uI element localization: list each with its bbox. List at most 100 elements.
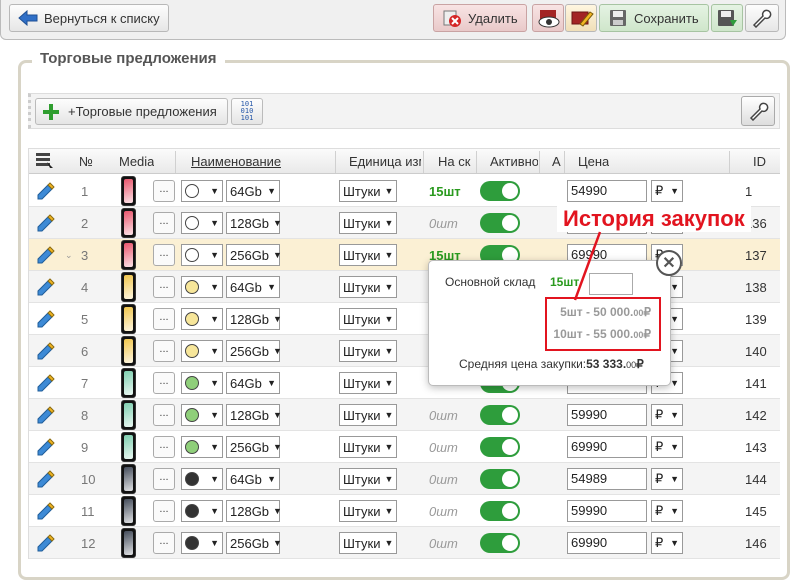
price-input[interactable]: 69990	[567, 436, 647, 458]
edit-pencil-icon[interactable]	[35, 463, 57, 495]
media-more-button[interactable]: ...	[153, 500, 175, 522]
unit-select[interactable]: Штуки ▼	[339, 308, 397, 330]
unit-select[interactable]: Штуки ▼	[339, 500, 397, 522]
back-button[interactable]: Вернуться к списку	[9, 4, 169, 32]
color-select[interactable]: ▼	[181, 308, 223, 330]
preview-button[interactable]	[532, 4, 564, 32]
active-toggle[interactable]	[480, 405, 520, 425]
unit-select[interactable]: Штуки ▼	[339, 340, 397, 362]
memory-select[interactable]: 64Gb ▼	[226, 180, 280, 202]
stock-value[interactable]: 0шт	[429, 527, 458, 559]
color-select[interactable]: ▼	[181, 372, 223, 394]
price-input[interactable]: 54989	[567, 468, 647, 490]
active-toggle[interactable]	[480, 469, 520, 489]
header-price[interactable]: Цена	[578, 154, 609, 169]
edit-pencil-icon[interactable]	[35, 527, 57, 559]
edit-book-button[interactable]	[565, 4, 597, 32]
color-select[interactable]: ▼	[181, 340, 223, 362]
memory-select[interactable]: 256Gb ▼	[226, 340, 282, 362]
memory-select[interactable]: 64Gb ▼	[226, 372, 280, 394]
currency-select[interactable]: ₽▼	[651, 436, 683, 458]
product-thumbnail[interactable]	[121, 271, 136, 303]
unit-select[interactable]: Штуки ▼	[339, 436, 397, 458]
header-unit[interactable]: Единица изм	[349, 154, 421, 169]
edit-pencil-icon[interactable]	[35, 271, 57, 303]
memory-select[interactable]: 256Gb ▼	[226, 436, 282, 458]
binary-button[interactable]: 101 010 101	[231, 98, 263, 125]
unit-select[interactable]: Штуки ▼	[339, 372, 397, 394]
product-thumbnail[interactable]	[121, 431, 136, 463]
header-num[interactable]: №	[79, 154, 93, 169]
edit-pencil-icon[interactable]	[35, 303, 57, 335]
color-select[interactable]: ▼	[181, 276, 223, 298]
product-thumbnail[interactable]	[121, 495, 136, 527]
product-thumbnail[interactable]	[121, 399, 136, 431]
warehouse-input[interactable]	[589, 273, 633, 295]
product-thumbnail[interactable]	[121, 175, 136, 207]
product-thumbnail[interactable]	[121, 527, 136, 559]
price-input[interactable]: 59990	[567, 404, 647, 426]
media-more-button[interactable]: ...	[153, 180, 175, 202]
product-thumbnail[interactable]	[121, 207, 136, 239]
add-offer-button[interactable]: +Торговые предложения	[35, 98, 228, 125]
memory-select[interactable]: 64Gb ▼	[226, 468, 280, 490]
header-name[interactable]: Наименование	[191, 154, 281, 169]
edit-pencil-icon[interactable]	[35, 335, 57, 367]
edit-pencil-icon[interactable]	[35, 431, 57, 463]
table-row[interactable]: 8... ▼ 128Gb ▼ Штуки ▼ 0шт 59990 ₽ ▼ 142	[29, 399, 780, 431]
color-select[interactable]: ▼	[181, 180, 223, 202]
header-active[interactable]: Активно	[490, 154, 538, 169]
price-input[interactable]: 54990	[567, 180, 647, 202]
save-close-button[interactable]	[711, 4, 743, 32]
color-select[interactable]: ▼	[181, 500, 223, 522]
table-row[interactable]: 9... ▼ 256Gb ▼ Штуки ▼ 0шт 69990 ₽ ▼ 143	[29, 431, 780, 463]
unit-select[interactable]: Штуки ▼	[339, 532, 397, 554]
media-more-button[interactable]: ...	[153, 532, 175, 554]
price-input[interactable]: 59990	[567, 500, 647, 522]
media-more-button[interactable]: ...	[153, 468, 175, 490]
currency-select[interactable]: ₽▼	[651, 404, 683, 426]
stock-value[interactable]: 0шт	[429, 399, 458, 431]
table-row[interactable]: 11... ▼ 128Gb ▼ Штуки ▼ 0шт 59990 ₽ ▼ 145	[29, 495, 780, 527]
color-select[interactable]: ▼	[181, 532, 223, 554]
memory-select[interactable]: 256Gb ▼	[226, 244, 282, 266]
table-row[interactable]: 12... ▼ 256Gb ▼ Штуки ▼ 0шт 69990 ₽ ▼ 146	[29, 527, 780, 559]
unit-select[interactable]: Штуки ▼	[339, 212, 397, 234]
unit-select[interactable]: Штуки ▼	[339, 180, 397, 202]
color-select[interactable]: ▼	[181, 244, 223, 266]
header-media[interactable]: Media	[119, 154, 154, 169]
memory-select[interactable]: 128Gb ▼	[226, 500, 282, 522]
edit-pencil-icon[interactable]	[35, 175, 57, 207]
product-thumbnail[interactable]	[121, 463, 136, 495]
unit-select[interactable]: Штуки ▼	[339, 276, 397, 298]
table-row[interactable]: 10... ▼ 64Gb ▼ Штуки ▼ 0шт 54989 ₽ ▼ 144	[29, 463, 780, 495]
media-more-button[interactable]: ...	[153, 340, 175, 362]
memory-select[interactable]: 128Gb ▼	[226, 308, 282, 330]
memory-select[interactable]: 64Gb ▼	[226, 276, 280, 298]
currency-select[interactable]: ₽▼	[651, 180, 683, 202]
currency-select[interactable]: ₽▼	[651, 468, 683, 490]
memory-select[interactable]: 128Gb ▼	[226, 404, 282, 426]
color-select[interactable]: ▼	[181, 436, 223, 458]
edit-pencil-icon[interactable]	[35, 495, 57, 527]
save-button[interactable]: Сохранить	[599, 4, 709, 32]
memory-select[interactable]: 128Gb ▼	[226, 212, 282, 234]
media-more-button[interactable]: ...	[153, 404, 175, 426]
media-more-button[interactable]: ...	[153, 244, 175, 266]
color-select[interactable]: ▼	[181, 212, 223, 234]
media-more-button[interactable]: ...	[153, 308, 175, 330]
unit-select[interactable]: Штуки ▼	[339, 404, 397, 426]
media-more-button[interactable]: ...	[153, 372, 175, 394]
product-thumbnail[interactable]	[121, 335, 136, 367]
stock-value[interactable]: 0шт	[429, 207, 458, 239]
price-input[interactable]: 69990	[567, 532, 647, 554]
stock-value[interactable]: 0шт	[429, 495, 458, 527]
unit-select[interactable]: Штуки ▼	[339, 244, 397, 266]
header-stock[interactable]: На ск	[438, 154, 474, 169]
unit-select[interactable]: Штуки ▼	[339, 468, 397, 490]
media-more-button[interactable]: ...	[153, 212, 175, 234]
currency-select[interactable]: ₽▼	[651, 500, 683, 522]
active-toggle[interactable]	[480, 533, 520, 553]
delete-button[interactable]: Удалить	[433, 4, 527, 32]
product-thumbnail[interactable]	[121, 303, 136, 335]
